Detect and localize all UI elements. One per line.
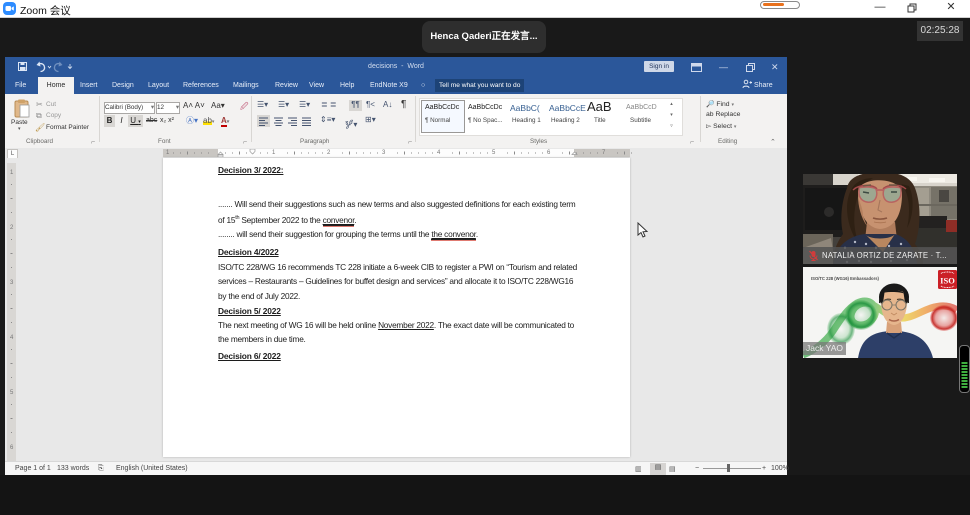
svg-text:ISO: ISO — [940, 276, 955, 286]
svg-text:ISO/TC 228 (WG16) Embassadors): ISO/TC 228 (WG16) Embassadors) — [811, 276, 880, 281]
